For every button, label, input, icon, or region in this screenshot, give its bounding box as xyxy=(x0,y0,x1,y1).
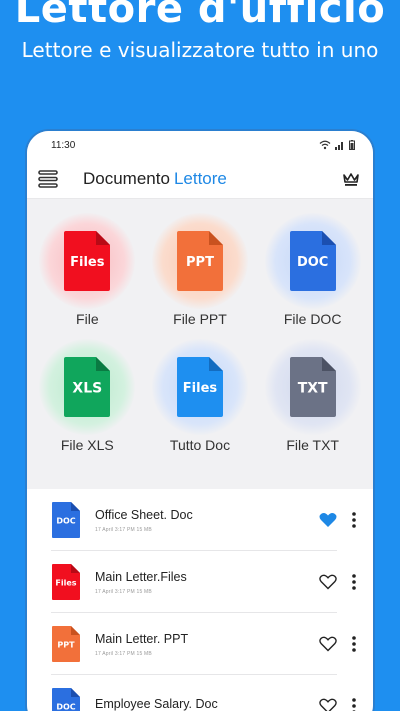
heart-outline-icon xyxy=(319,698,337,711)
category-label: File PPT xyxy=(173,311,227,327)
xls-file-icon: XLS xyxy=(64,357,111,417)
file-meta: 17 April 3:17 PM 15 MB xyxy=(95,588,152,595)
category-doc[interactable]: DOC File DOC xyxy=(256,213,369,333)
doc-file-icon: DOC xyxy=(51,688,81,711)
file-name: Main Letter. PPT xyxy=(95,631,189,646)
recent-files-list: DOC Office Sheet. Doc 17 April 3:17 PM 1… xyxy=(27,489,373,711)
files-red-icon: Files xyxy=(51,564,81,600)
status-icons xyxy=(319,140,355,150)
category-halo: TXT xyxy=(264,339,361,435)
promo-title: Lettore d'ufficio xyxy=(14,0,386,32)
ppt-file-icon: PPT xyxy=(51,626,81,662)
category-all-docs[interactable]: Files Tutto Doc xyxy=(144,339,257,459)
more-vertical-icon xyxy=(352,574,356,590)
category-label: Tutto Doc xyxy=(169,437,231,453)
category-halo: Files xyxy=(39,213,136,309)
status-bar: 11:30 xyxy=(27,131,373,159)
category-label: File XLS xyxy=(60,437,114,453)
list-item-text: Office Sheet. Doc 17 April 3:17 PM 15 MB xyxy=(95,508,317,533)
category-halo: PPT xyxy=(151,213,248,309)
category-badge: TXT xyxy=(297,380,328,397)
all-files-icon: Files xyxy=(176,357,223,417)
file-name: Employee Salary. Doc xyxy=(95,696,218,711)
status-time: 11:30 xyxy=(51,139,76,151)
app-title: Documento Lettore xyxy=(83,169,339,189)
hamburger-icon xyxy=(38,169,58,188)
file-meta: 17 April 3:17 PM 15 MB xyxy=(95,526,152,533)
category-halo: Files xyxy=(151,339,248,435)
phone-frame: 11:30 Documento Lettore Files File PPT F… xyxy=(25,129,375,711)
list-item[interactable]: Files Main Letter.Files 17 April 3:17 PM… xyxy=(27,551,373,613)
more-options-button[interactable] xyxy=(347,633,361,655)
heart-filled-icon xyxy=(319,513,337,527)
category-halo: DOC xyxy=(264,213,361,309)
more-options-button[interactable] xyxy=(347,509,361,531)
doc-file-icon: DOC xyxy=(289,231,336,291)
category-badge: PPT xyxy=(186,255,214,270)
txt-file-icon: TXT xyxy=(289,357,336,417)
category-grid: Files File PPT File PPT DOC File DOC XLS… xyxy=(27,199,373,459)
favorite-button[interactable] xyxy=(317,633,339,655)
more-vertical-icon xyxy=(352,698,356,711)
file-name: Office Sheet. Doc xyxy=(95,507,193,522)
category-txt[interactable]: TXT File TXT xyxy=(256,339,369,459)
files-red-icon: Files xyxy=(64,231,111,291)
list-item-text: Main Letter.Files 17 April 3:17 PM 15 MB xyxy=(95,570,317,595)
heart-outline-icon xyxy=(319,636,337,652)
heart-outline-icon xyxy=(319,574,337,590)
category-halo: XLS xyxy=(39,339,136,435)
premium-button[interactable] xyxy=(339,167,363,191)
menu-button[interactable] xyxy=(37,168,59,190)
file-name: Main Letter.Files xyxy=(95,569,187,584)
category-label: File xyxy=(76,311,99,327)
favorite-button[interactable] xyxy=(317,571,339,593)
list-item[interactable]: DOC Office Sheet. Doc 17 April 3:17 PM 1… xyxy=(27,489,373,551)
category-badge: XLS xyxy=(72,380,103,397)
crown-icon xyxy=(343,172,359,186)
favorite-button[interactable] xyxy=(317,509,339,531)
category-badge: DOC xyxy=(296,255,329,270)
list-item-text: Employee Salary. Doc xyxy=(95,697,317,711)
file-meta: 17 April 3:17 PM 15 MB xyxy=(95,650,152,657)
category-files[interactable]: Files File xyxy=(31,213,144,333)
category-ppt[interactable]: PPT File PPT xyxy=(144,213,257,333)
app-bar: Documento Lettore xyxy=(27,159,373,199)
ppt-file-icon: PPT xyxy=(176,231,223,291)
promo-subtitle: Lettore e visualizzatore tutto in uno xyxy=(21,38,379,62)
list-item[interactable]: DOC Employee Salary. Doc xyxy=(27,675,373,711)
more-options-button[interactable] xyxy=(347,695,361,711)
list-item-text: Main Letter. PPT 17 April 3:17 PM 15 MB xyxy=(95,632,317,657)
doc-file-icon: DOC xyxy=(51,502,81,538)
wifi-icon xyxy=(319,140,331,150)
more-options-button[interactable] xyxy=(347,571,361,593)
more-vertical-icon xyxy=(352,636,356,652)
category-label: File TXT xyxy=(286,437,339,453)
list-item[interactable]: PPT Main Letter. PPT 17 April 3:17 PM 15… xyxy=(27,613,373,675)
category-label: File DOC xyxy=(283,311,342,327)
app-title-main: Documento xyxy=(83,168,170,188)
more-vertical-icon xyxy=(352,512,356,528)
favorite-button[interactable] xyxy=(317,695,339,711)
app-title-accent: Lettore xyxy=(173,168,227,188)
category-badge: Files xyxy=(182,381,218,396)
battery-icon xyxy=(349,140,355,150)
category-xls[interactable]: XLS File XLS xyxy=(31,339,144,459)
signal-icon xyxy=(335,142,343,150)
category-badge: Files xyxy=(70,255,105,270)
